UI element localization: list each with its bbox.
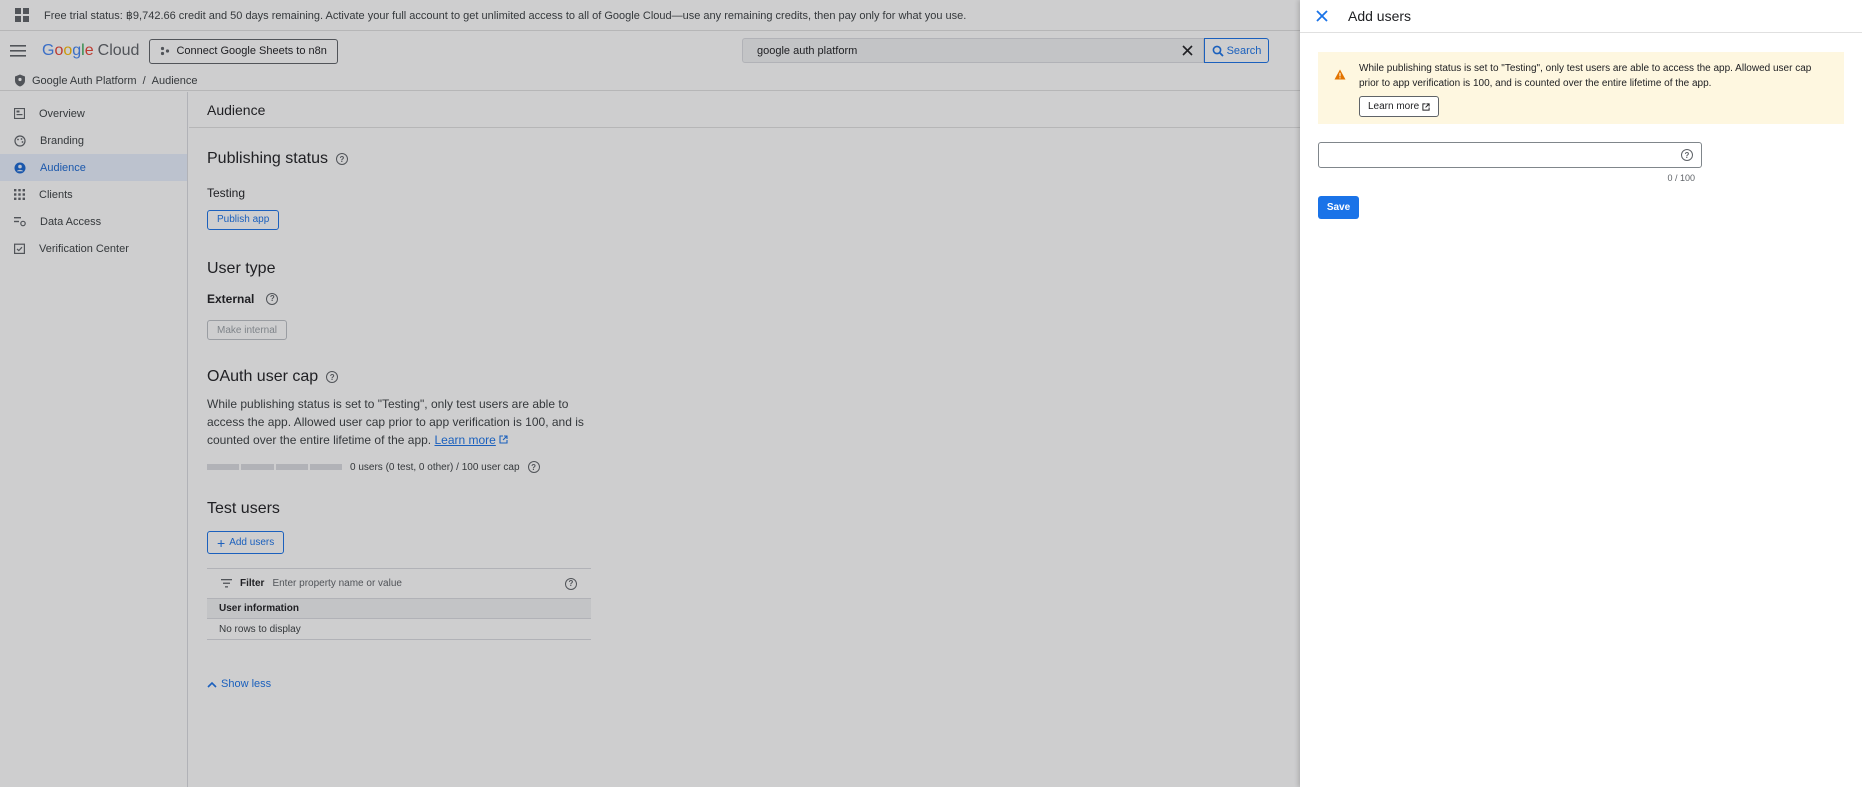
help-icon[interactable]: ? bbox=[1681, 149, 1693, 161]
external-link-icon bbox=[1422, 102, 1430, 111]
add-users-panel: Add users While publishing status is set… bbox=[1300, 0, 1862, 787]
learn-more-button[interactable]: Learn more bbox=[1359, 96, 1440, 117]
testing-warning-banner: While publishing status is set to "Testi… bbox=[1318, 52, 1844, 124]
warning-text: While publishing status is set to "Testi… bbox=[1359, 63, 1812, 89]
learn-more-label: Learn more bbox=[1368, 101, 1420, 112]
modal-scrim[interactable] bbox=[0, 0, 1300, 787]
user-email-input[interactable]: ? bbox=[1318, 142, 1702, 168]
save-button[interactable]: Save bbox=[1318, 196, 1359, 219]
panel-title: Add users bbox=[1348, 8, 1412, 24]
warning-icon bbox=[1334, 61, 1359, 124]
character-counter: 0 / 100 bbox=[1667, 173, 1695, 183]
close-icon[interactable] bbox=[1300, 10, 1344, 22]
panel-header: Add users bbox=[1300, 0, 1862, 33]
